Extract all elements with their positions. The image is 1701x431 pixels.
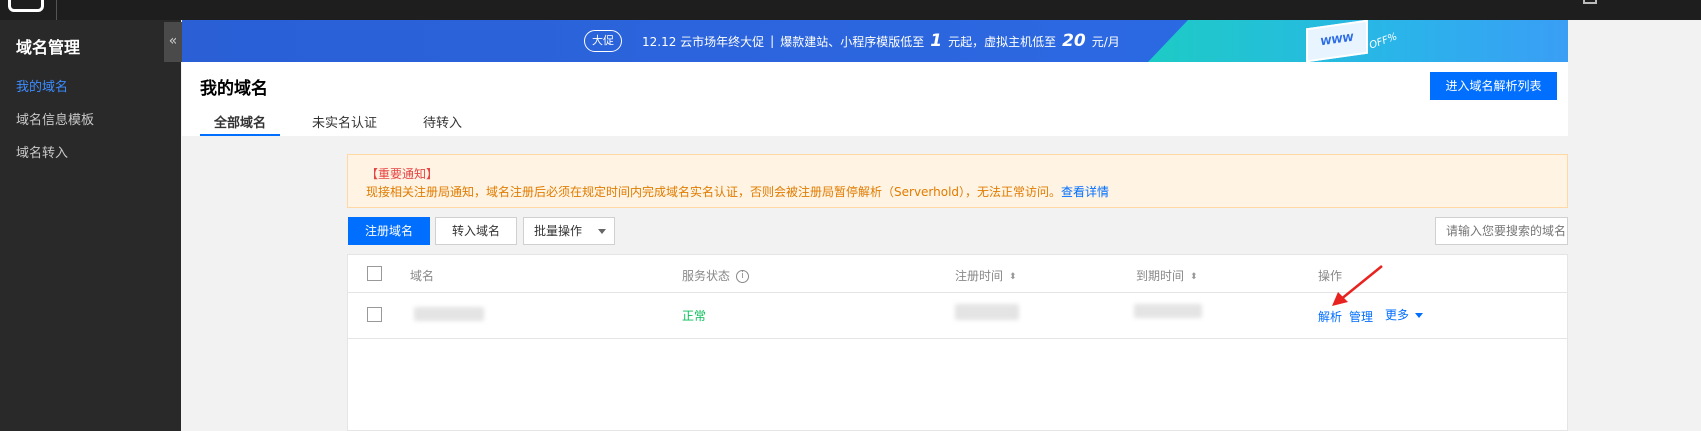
banner-text-1: 爆款建站、小程序模版低至 [780,34,925,49]
banner-text: 12.12 云市场年终大促 | 爆款建站、小程序模版低至 1 元起，虚拟主机低至… [642,31,1120,51]
batch-operation-select[interactable]: 批量操作 [523,217,615,245]
batch-operation-label: 批量操作 [534,224,583,238]
register-domain-button[interactable]: 注册域名 [348,217,430,245]
top-nav-divider [56,0,57,20]
more-label: 更多 [1385,308,1410,322]
sort-icon[interactable]: ⬍ [1009,272,1017,282]
banner-number-1: 1 [930,31,943,51]
manage-link[interactable]: 管理 [1349,308,1373,325]
column-status-label: 服务状态 [682,269,731,283]
notice-title: 【重要通知】 [366,167,439,181]
sidebar-item-domain-transfer[interactable]: 域名转入 [16,142,68,161]
sidebar-item-domain-templates[interactable]: 域名信息模板 [16,109,94,128]
column-domain: 域名 [410,269,435,283]
important-notice: 【重要通知】 现接相关注册局通知，域名注册后必须在规定时间内完成域名实名认证，否… [347,154,1568,208]
banner-divider: | [770,34,775,48]
column-expiry-time[interactable]: 到期时间 ⬍ [1136,267,1198,284]
select-all-checkbox[interactable] [367,266,382,281]
top-nav-bar [0,0,1701,20]
banner-text-2: 元起，虚拟主机低至 [948,34,1057,49]
notice-details-link[interactable]: 查看详情 [1061,185,1109,199]
domain-tabs: 全部域名 未实名认证 待转入 [200,112,494,136]
banner-number-2: 20 [1062,31,1086,51]
tab-pending-transfer[interactable]: 待转入 [409,112,476,136]
annotation-arrow-icon [1332,265,1383,306]
transfer-domain-button[interactable]: 转入域名 [435,217,517,245]
column-registration-label: 注册时间 [955,269,1004,283]
sidebar-title: 域名管理 [16,38,81,57]
caret-down-icon [1415,313,1424,318]
cart-icon[interactable] [1583,0,1597,4]
sidebar: 域名管理 我的域名 域名信息模板 域名转入 [0,20,181,431]
status-badge: 正常 [682,309,707,323]
column-registration-time[interactable]: 注册时间 ⬍ [955,267,1017,284]
domain-search-input[interactable] [1435,217,1568,245]
redacted-registration-time [955,304,1019,320]
redacted-expiry-time [1134,304,1202,318]
enter-dns-list-button[interactable]: 进入域名解析列表 [1430,72,1557,100]
page-title: 我的域名 [200,79,268,99]
notice-text: 现接相关注册局通知，域名注册后必须在规定时间内完成域名实名认证，否则会被注册局暂… [366,185,1062,199]
info-icon[interactable]: i [736,270,750,283]
more-dropdown[interactable]: 更多 [1385,306,1424,323]
resolve-link[interactable]: 解析 [1318,308,1342,325]
caret-down-icon [598,229,606,234]
row-checkbox[interactable] [367,307,382,322]
notice-body: 现接相关注册局通知，域名注册后必须在规定时间内完成域名实名认证，否则会被注册局暂… [366,183,1109,200]
promo-banner[interactable]: 大促 12.12 云市场年终大促 | 爆款建站、小程序模版低至 1 元起，虚拟主… [182,20,1568,62]
column-expiry-label: 到期时间 [1136,269,1185,283]
sidebar-item-my-domains[interactable]: 我的域名 [16,76,68,95]
banner-badge: 大促 [584,30,622,52]
redacted-domain-name[interactable] [414,307,484,321]
sidebar-collapse-button[interactable]: « [164,22,182,62]
banner-event: 12.12 云市场年终大促 [642,34,765,49]
banner-text-3: 元/月 [1091,34,1120,49]
tab-all-domains[interactable]: 全部域名 [200,112,281,136]
tab-unverified[interactable]: 未实名认证 [298,112,391,136]
page-header: 我的域名 进入域名解析列表 全部域名 未实名认证 待转入 [182,62,1568,136]
sort-icon[interactable]: ⬍ [1190,272,1198,282]
column-status: 服务状态 i [682,267,750,284]
logo-icon[interactable] [8,0,44,12]
